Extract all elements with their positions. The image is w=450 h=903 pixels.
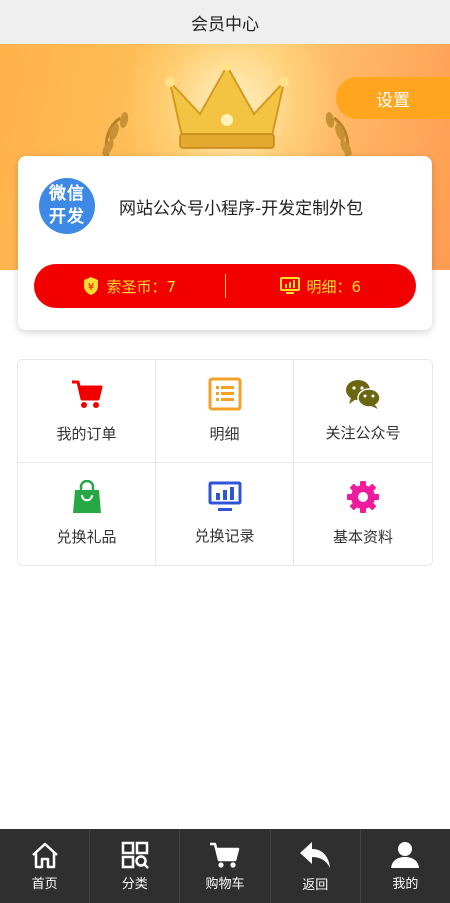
member-menu-grid: 我的订单 明细 关注公众号 兑换礼品 兑换记录 基本资料 [17,359,433,566]
tab-category[interactable]: 分类 [90,829,181,903]
shopping-bag-icon [72,480,101,514]
menu-redeem-records[interactable]: 兑换记录 [156,462,294,565]
wechat-icon [346,380,381,410]
points-bar: ¥ 索圣币：7 明细：6 [34,264,416,308]
tab-label: 购物车 [205,876,245,892]
avatar-text-line2: 开发 [49,207,85,227]
monitor-chart-icon [208,481,241,512]
tab-mine[interactable]: 我的 [361,829,450,903]
tab-label: 分类 [121,876,148,892]
detail-label: 明细：6 [306,277,362,296]
menu-label: 我的订单 [56,425,117,444]
menu-basic-info[interactable]: 基本资料 [294,463,432,566]
tab-back[interactable]: 返回 [271,829,361,903]
menu-redeem-gifts[interactable]: 兑换礼品 [18,462,156,565]
coins-balance[interactable]: ¥ 索圣币：7 [34,276,225,297]
tab-label: 返回 [302,877,329,893]
home-icon [31,842,58,868]
monitor-chart-icon [280,277,301,294]
menu-label: 兑换礼品 [56,528,117,547]
page-title: 会员中心 [0,0,450,44]
user-icon [391,841,420,868]
menu-label: 明细 [209,425,240,444]
list-icon [208,377,241,411]
menu-my-orders[interactable]: 我的订单 [18,360,156,463]
coins-label: 索圣币：7 [106,277,177,296]
avatar-text-line1: 微信 [49,184,85,204]
tab-home[interactable]: 首页 [0,829,91,903]
settings-button[interactable]: 设置 [336,77,450,119]
tab-label: 我的 [392,876,419,892]
gear-icon [347,481,379,514]
svg-text:¥: ¥ [88,282,94,293]
coin-badge-icon: ¥ [84,277,99,295]
cart-icon [71,380,102,409]
menu-label: 兑换记录 [194,527,255,546]
cart-icon [210,842,240,868]
menu-label: 关注公众号 [325,424,401,443]
category-icon [121,841,149,869]
tab-label: 首页 [31,876,58,892]
menu-follow-account[interactable]: 关注公众号 [294,360,432,463]
bottom-tab-bar: 首页 分类 购物车 返回 我的 [0,829,450,903]
menu-details[interactable]: 明细 [156,360,294,463]
tab-cart[interactable]: 购物车 [180,829,271,903]
user-name: 网站公众号小程序-开发定制外包 [119,199,364,219]
avatar[interactable]: 微信 开发 [39,178,95,234]
profile-card: 微信 开发 网站公众号小程序-开发定制外包 ¥ 索圣币：7 明细：6 [18,156,432,330]
back-arrow-icon [300,841,331,868]
menu-label: 基本资料 [332,528,393,547]
detail-count[interactable]: 明细：6 [226,276,417,297]
